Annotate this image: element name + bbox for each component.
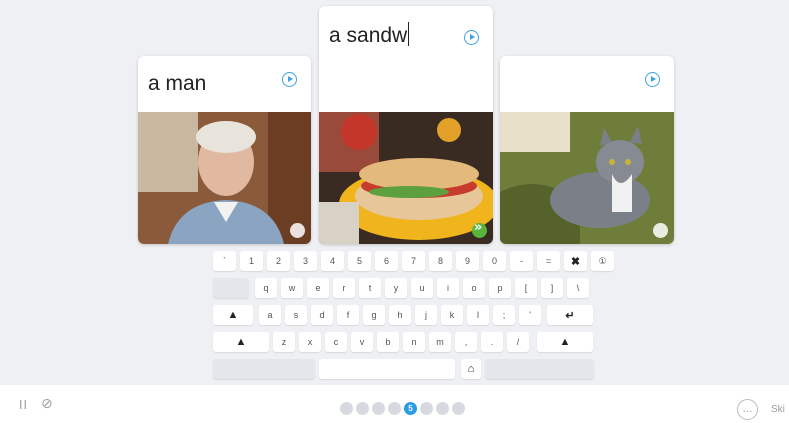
key-12[interactable]: = (537, 251, 560, 271)
picture-card-sandwich[interactable]: a sandw (319, 6, 493, 244)
progress-dot (388, 402, 401, 415)
key-10[interactable]: 0 (483, 251, 506, 271)
key-3[interactable]: f (337, 305, 359, 325)
key-9[interactable]: / (507, 332, 529, 352)
progress-dot (452, 402, 465, 415)
key-5[interactable]: 5 (348, 251, 371, 271)
caps-lock-key[interactable]: ▲ (213, 305, 253, 325)
play-audio-icon[interactable] (282, 72, 297, 87)
key-9[interactable]: 9 (456, 251, 479, 271)
key-8[interactable]: . (481, 332, 503, 352)
key-p[interactable]: p (489, 278, 511, 298)
backspace-key[interactable]: ✖ (564, 251, 587, 271)
tab-key[interactable] (213, 278, 249, 298)
key-6[interactable]: j (415, 305, 437, 325)
key-6[interactable]: 6 (375, 251, 398, 271)
progress-dot-current: 5 (404, 402, 417, 415)
progress-dot (340, 402, 353, 415)
key-2[interactable]: d (311, 305, 333, 325)
progress-dot (372, 402, 385, 415)
key-11[interactable]: - (510, 251, 533, 271)
key-0[interactable]: z (273, 332, 295, 352)
key-7[interactable]: 7 (402, 251, 425, 271)
card-word-input[interactable]: a sandw (329, 22, 410, 48)
key-10[interactable]: ' (519, 305, 541, 325)
key-2[interactable]: c (325, 332, 347, 352)
progress-dot (420, 402, 433, 415)
photo-sandwich (319, 112, 493, 244)
key-4[interactable]: 4 (321, 251, 344, 271)
key-q[interactable]: q (255, 278, 277, 298)
enter-key[interactable]: ↵ (547, 305, 593, 325)
progress-dot (356, 402, 369, 415)
key-3[interactable]: v (351, 332, 373, 352)
next-icon[interactable] (472, 220, 487, 238)
key-9[interactable]: ; (493, 305, 515, 325)
key-e[interactable]: e (307, 278, 329, 298)
card-corner-icon (653, 223, 668, 238)
play-audio-icon[interactable] (645, 72, 660, 87)
card-word: a man (148, 72, 207, 95)
key-7[interactable]: , (455, 332, 477, 352)
key-t[interactable]: t (359, 278, 381, 298)
key-1[interactable]: s (285, 305, 307, 325)
key-3[interactable]: 3 (294, 251, 317, 271)
left-shift-key[interactable]: ▲ (213, 332, 269, 352)
pause-icon[interactable]: II (19, 398, 28, 412)
home-key[interactable]: ⌂ (461, 359, 481, 379)
key-y[interactable]: y (385, 278, 407, 298)
hide-images-icon[interactable]: ⊘ (41, 396, 53, 412)
key-\[interactable]: \ (567, 278, 589, 298)
skip-button[interactable]: Ski (771, 404, 785, 415)
info-key[interactable]: ① (591, 251, 614, 271)
card-corner-icon (290, 223, 305, 238)
more-options-icon[interactable]: … (737, 399, 758, 420)
key-4[interactable]: b (377, 332, 399, 352)
right-shift-key[interactable]: ▲ (537, 332, 593, 352)
keyboard-left-blank-key[interactable] (213, 359, 315, 379)
key-][interactable]: ] (541, 278, 563, 298)
key-w[interactable]: w (281, 278, 303, 298)
key-6[interactable]: m (429, 332, 451, 352)
key-4[interactable]: g (363, 305, 385, 325)
key-[[interactable]: [ (515, 278, 537, 298)
play-audio-icon[interactable] (464, 30, 479, 45)
text-caret (408, 22, 410, 46)
key-1[interactable]: x (299, 332, 321, 352)
photo-gray-cat (500, 112, 674, 244)
key-8[interactable]: l (467, 305, 489, 325)
key-i[interactable]: i (437, 278, 459, 298)
key-u[interactable]: u (411, 278, 433, 298)
picture-card-man[interactable]: a man (138, 56, 311, 244)
key-5[interactable]: h (389, 305, 411, 325)
key-0[interactable]: ` (213, 251, 236, 271)
key-0[interactable]: a (259, 305, 281, 325)
keyboard-right-blank-key[interactable] (485, 359, 594, 379)
photo-older-man (138, 112, 311, 244)
key-7[interactable]: k (441, 305, 463, 325)
picture-card-cat[interactable] (500, 56, 674, 244)
space-key[interactable] (319, 359, 455, 379)
key-r[interactable]: r (333, 278, 355, 298)
key-1[interactable]: 1 (240, 251, 263, 271)
progress-dot (436, 402, 449, 415)
key-5[interactable]: n (403, 332, 425, 352)
key-8[interactable]: 8 (429, 251, 452, 271)
key-o[interactable]: o (463, 278, 485, 298)
key-2[interactable]: 2 (267, 251, 290, 271)
